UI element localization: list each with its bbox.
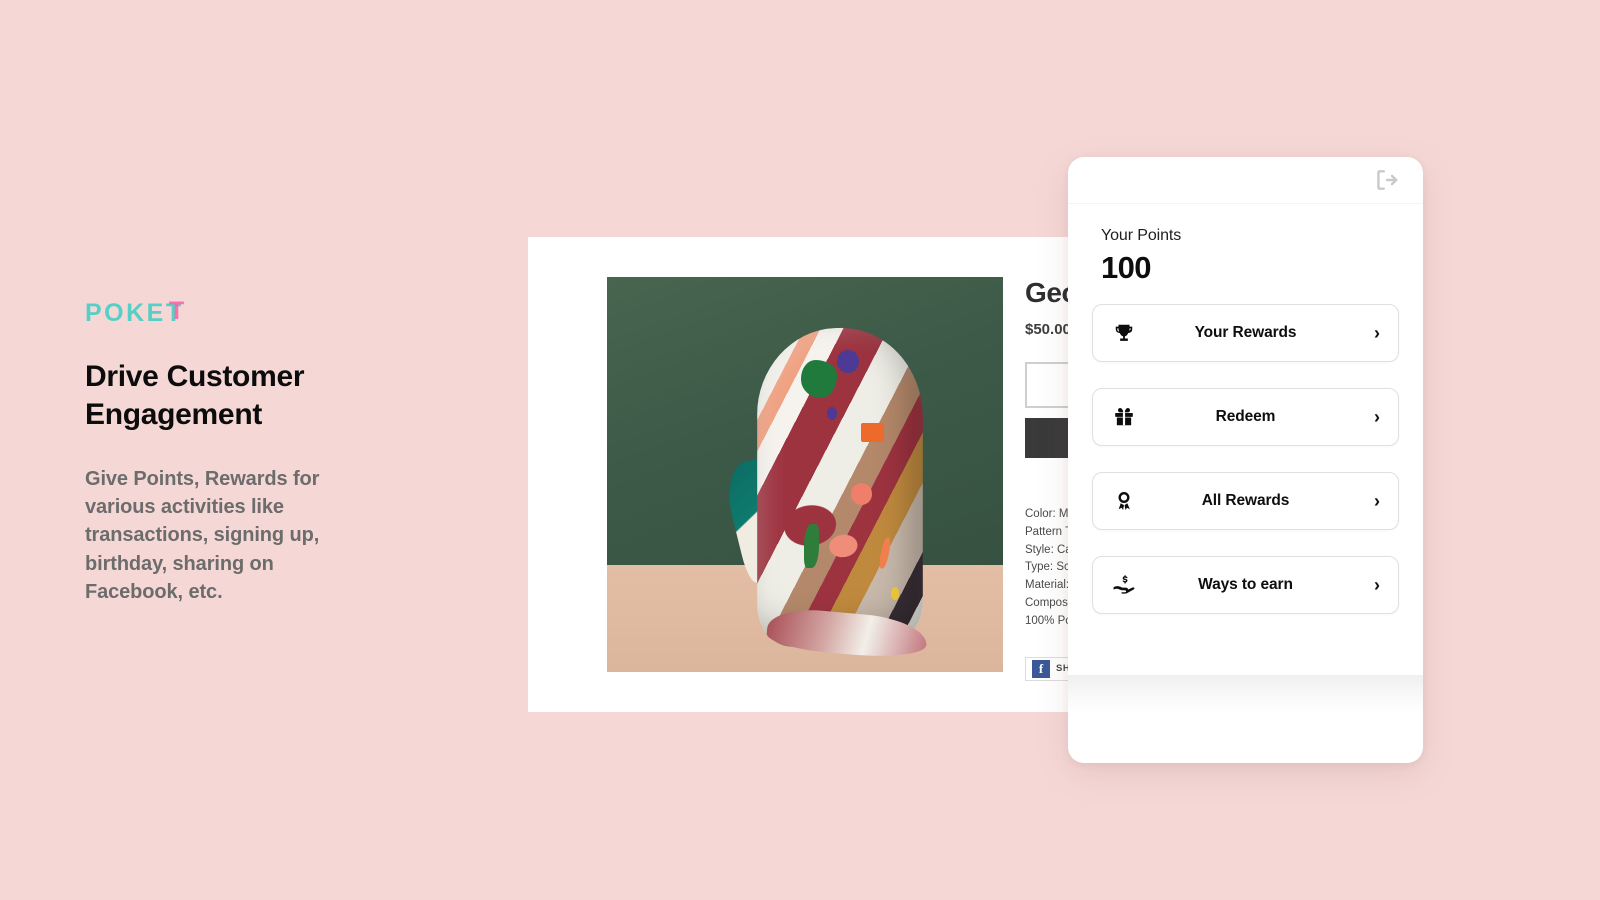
menu-item-label: Your Rewards bbox=[1194, 324, 1297, 341]
chevron-right-icon: › bbox=[1374, 575, 1380, 595]
chevron-right-icon: › bbox=[1374, 407, 1380, 427]
chevron-right-icon: › bbox=[1374, 491, 1380, 511]
points-label: Your Points bbox=[1101, 227, 1182, 244]
facebook-icon: f bbox=[1032, 659, 1050, 678]
scarf-graphic bbox=[720, 323, 929, 661]
product-image bbox=[607, 277, 1003, 672]
scarf-motif bbox=[837, 350, 859, 373]
hand-money-icon bbox=[1111, 572, 1137, 598]
menu-item-label: Ways to earn bbox=[1198, 576, 1293, 593]
page-title: Drive Customer Engagement bbox=[85, 360, 305, 431]
award-icon bbox=[1111, 488, 1137, 514]
logout-icon[interactable] bbox=[1373, 167, 1399, 193]
scarf-body bbox=[757, 323, 924, 649]
rewards-menu: Your Rewards › Redeem › All Rewards › Wa… bbox=[1092, 304, 1399, 614]
gift-icon bbox=[1111, 404, 1137, 430]
panel-section-divider bbox=[1068, 675, 1423, 715]
menu-item-all-rewards[interactable]: All Rewards › bbox=[1092, 472, 1399, 530]
points-value: 100 bbox=[1101, 250, 1152, 285]
logo-wordmark: POKE bbox=[85, 299, 166, 327]
loyalty-widget-panel: Your Points 100 Your Rewards › Redeem › … bbox=[1068, 157, 1423, 763]
logo-accent-overlay: T bbox=[168, 297, 187, 325]
chevron-right-icon: › bbox=[1374, 323, 1380, 343]
poket-logo: POKE T T bbox=[85, 297, 385, 327]
menu-item-label: Redeem bbox=[1215, 408, 1276, 425]
menu-item-label: All Rewards bbox=[1201, 492, 1290, 509]
scarf-motif bbox=[860, 423, 884, 443]
menu-item-your-rewards[interactable]: Your Rewards › bbox=[1092, 304, 1399, 362]
page-subcopy: Give Points, Rewards for various activit… bbox=[85, 467, 320, 604]
panel-header bbox=[1068, 157, 1423, 204]
scarf-motif bbox=[890, 587, 899, 601]
marketing-copy-block: POKE T T Drive Customer Engagement Give … bbox=[85, 297, 385, 627]
menu-item-redeem[interactable]: Redeem › bbox=[1092, 388, 1399, 446]
menu-item-ways-to-earn[interactable]: Ways to earn › bbox=[1092, 556, 1399, 614]
logo-accent-letter: T T bbox=[166, 297, 187, 326]
trophy-icon bbox=[1111, 320, 1137, 346]
poster-canvas: POKE T T Drive Customer Engagement Give … bbox=[0, 0, 1600, 900]
